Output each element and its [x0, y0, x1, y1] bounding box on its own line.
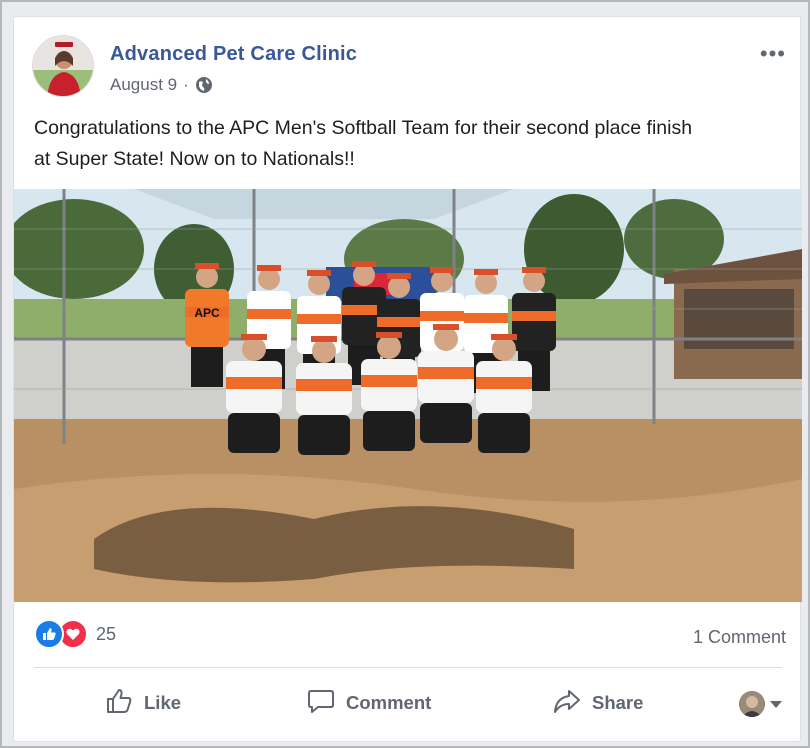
comment-label: Comment — [346, 692, 432, 713]
player-figure — [512, 293, 556, 351]
player-figure — [434, 327, 458, 351]
player-figure — [226, 377, 282, 389]
chevron-down-icon — [770, 700, 782, 708]
viewer-avatar — [739, 691, 765, 717]
player-figure — [492, 337, 516, 361]
player-figure — [522, 267, 546, 273]
speech-bubble-icon — [306, 686, 336, 721]
post-actions: Like Comment Share — [34, 677, 786, 729]
like-button[interactable]: Like — [104, 677, 181, 729]
player-figure — [433, 324, 459, 330]
player-figure — [308, 273, 330, 295]
player-figure — [352, 261, 376, 267]
thumbs-up-icon — [104, 686, 134, 721]
player-figure — [195, 263, 219, 269]
player-figure — [387, 273, 411, 279]
player-figure — [353, 264, 375, 286]
jersey-text: APC — [194, 306, 220, 320]
caption-line-1: Congratulations to the APC Men's Softbal… — [34, 117, 693, 139]
player-figure — [307, 270, 331, 276]
post-header: Advanced Pet Care Clinic August 9 · ••• — [32, 35, 792, 105]
player-figure — [298, 415, 350, 455]
player-figure — [377, 317, 421, 327]
like-icon — [34, 619, 64, 649]
player-figure — [476, 377, 532, 389]
player-figure — [191, 347, 223, 387]
player-figure — [241, 334, 267, 340]
actions-divider — [34, 667, 782, 668]
globe-icon — [195, 76, 213, 94]
post-as-selector[interactable] — [739, 691, 782, 717]
caption-line-2: at Super State! Now on to Nationals!! — [34, 148, 355, 170]
post-card: Advanced Pet Care Clinic August 9 · ••• … — [13, 16, 802, 742]
post-meta: August 9 · — [110, 75, 213, 95]
player-figure — [247, 309, 291, 319]
share-label: Share — [592, 692, 644, 713]
player-figure — [312, 339, 336, 363]
window-frame: Advanced Pet Care Clinic August 9 · ••• … — [0, 0, 810, 748]
page-name-link[interactable]: Advanced Pet Care Clinic — [110, 43, 357, 66]
player-figure — [388, 276, 410, 298]
player-figure — [478, 413, 530, 453]
player-figure — [523, 270, 545, 292]
player-figure — [491, 334, 517, 340]
comment-button[interactable]: Comment — [306, 677, 431, 729]
share-arrow-icon — [552, 686, 582, 721]
player-figure — [376, 332, 402, 338]
player-figure — [258, 268, 280, 290]
player-figure — [377, 335, 401, 359]
player-figure — [257, 265, 281, 271]
share-button[interactable]: Share — [552, 677, 643, 729]
player-figure — [361, 375, 417, 387]
post-stats: 25 1 Comment — [34, 617, 786, 653]
player-figure — [431, 270, 453, 292]
more-options-icon[interactable]: ••• — [760, 41, 786, 67]
player-figure — [228, 413, 280, 453]
reaction-count: 25 — [96, 623, 117, 644]
post-date[interactable]: August 9 — [110, 75, 177, 95]
page-avatar[interactable] — [32, 35, 94, 97]
player-figure — [464, 313, 508, 323]
player-figure — [297, 314, 341, 324]
player-figure — [512, 311, 556, 321]
like-label: Like — [144, 692, 182, 713]
player-figure — [475, 272, 497, 294]
player-figure — [196, 266, 218, 288]
player-figure — [430, 267, 454, 273]
comments-count-link[interactable]: 1 Comment — [693, 627, 786, 648]
player-figure — [242, 337, 266, 361]
player-figure — [296, 379, 352, 391]
meta-separator: · — [183, 75, 189, 94]
post-caption: Congratulations to the APC Men's Softbal… — [34, 113, 794, 175]
player-figure — [474, 269, 498, 275]
player-figure — [311, 336, 337, 342]
player-figure — [363, 411, 415, 451]
player-figure — [420, 403, 472, 443]
player-figure — [418, 367, 474, 379]
reactions-summary[interactable]: 25 — [34, 619, 116, 649]
player-figure — [420, 311, 464, 321]
post-photo[interactable]: APC — [14, 189, 802, 602]
